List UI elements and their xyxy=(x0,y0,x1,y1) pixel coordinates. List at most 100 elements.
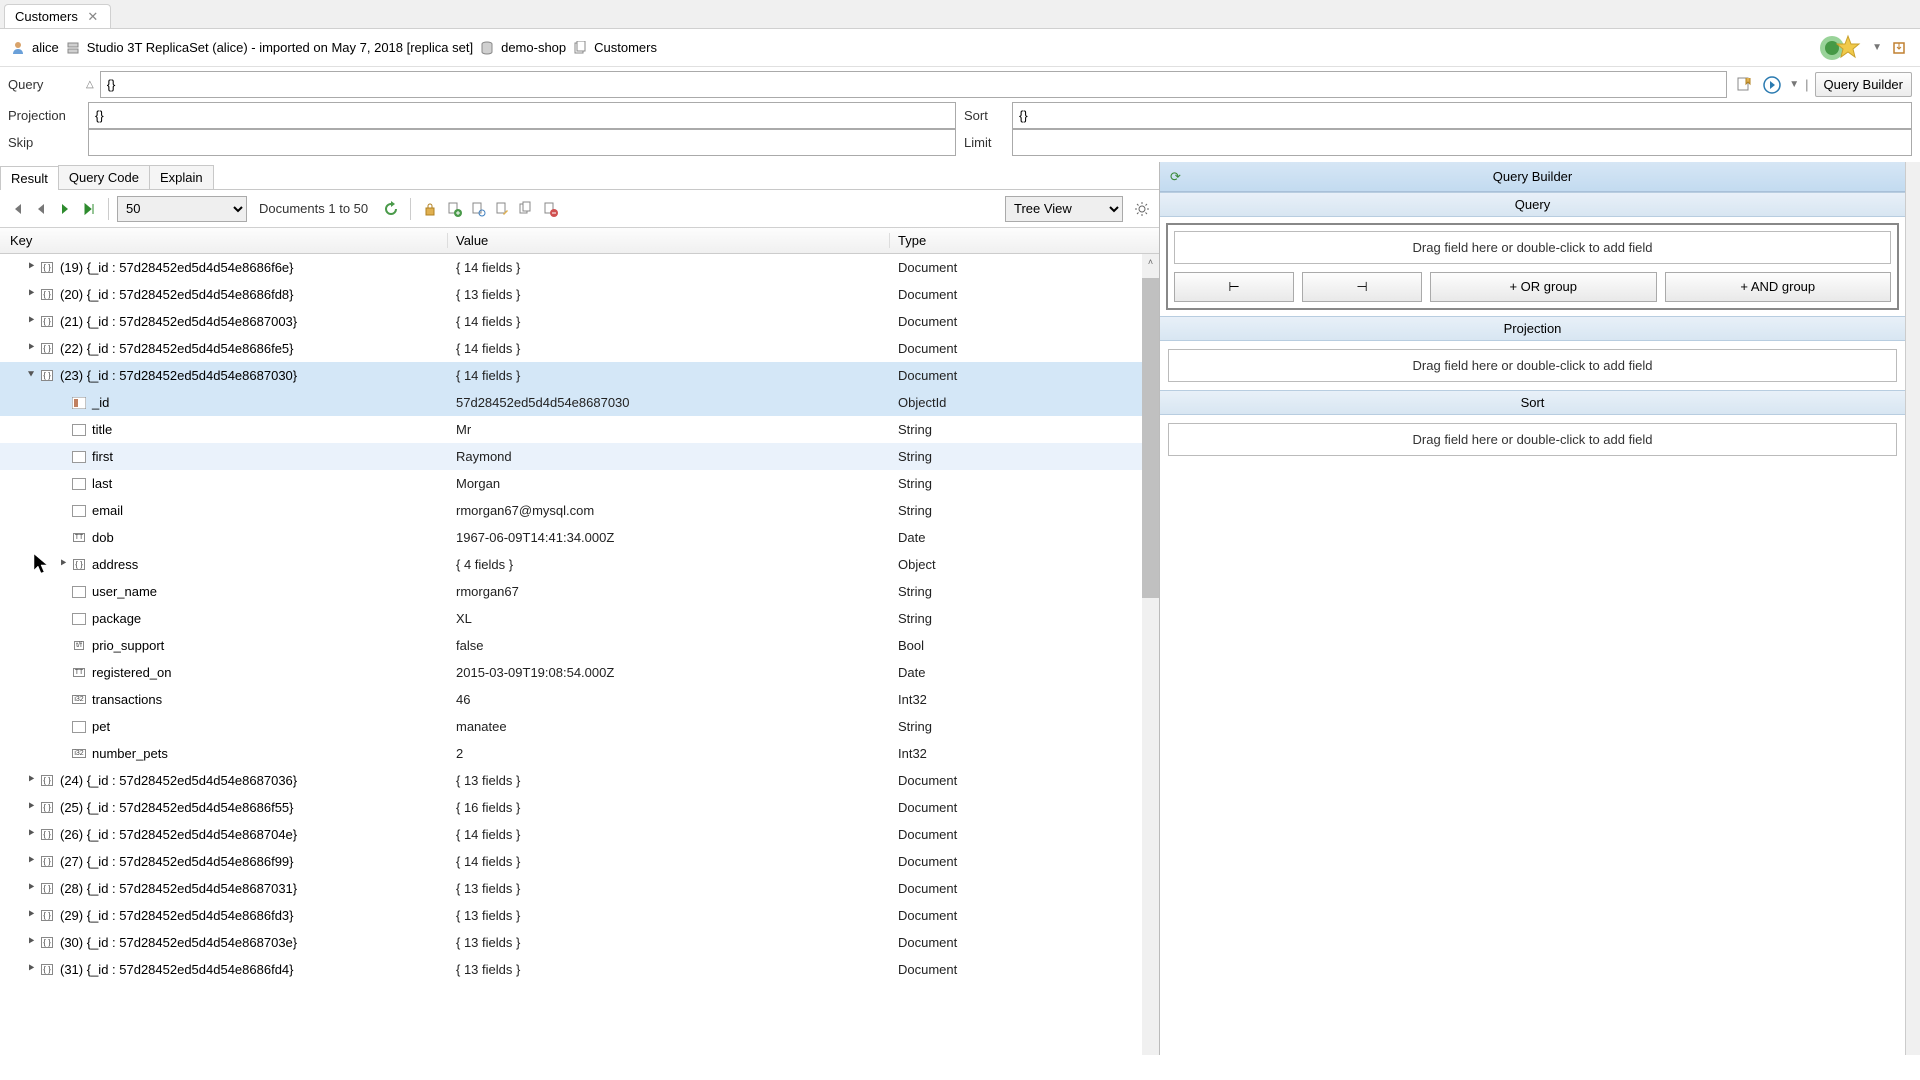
qb-remove-button[interactable]: ⊢ xyxy=(1174,272,1294,302)
table-row[interactable]: t/fprio_supportfalseBool xyxy=(0,632,1159,659)
copy-document-icon[interactable] xyxy=(515,198,537,220)
table-row[interactable]: packageXLString xyxy=(0,605,1159,632)
column-value[interactable]: Value xyxy=(448,233,890,248)
qb-or-group-button[interactable]: + OR group xyxy=(1430,272,1657,302)
table-row[interactable]: lastMorganString xyxy=(0,470,1159,497)
tab-customers[interactable]: Customers ✕ xyxy=(4,4,111,28)
table-row[interactable]: TTregistered_on2015-03-09T19:08:54.000ZD… xyxy=(0,659,1159,686)
table-row[interactable]: ⯈{ }address{ 4 fields }Object xyxy=(0,551,1159,578)
expand-arrow-icon[interactable]: ⯈ xyxy=(24,882,38,895)
run-query-button[interactable] xyxy=(1761,74,1783,96)
tab-query-code[interactable]: Query Code xyxy=(58,165,150,189)
prev-page-button[interactable] xyxy=(30,198,52,220)
table-row[interactable]: ⯈{ }(27) {_id : 57d28452ed5d4d54e8686f99… xyxy=(0,848,1159,875)
table-row[interactable]: ⯈{ }(30) {_id : 57d28452ed5d4d54e868703e… xyxy=(0,929,1159,956)
table-row[interactable]: i32number_pets2Int32 xyxy=(0,740,1159,767)
qb-projection-drop[interactable]: Drag field here or double-click to add f… xyxy=(1168,349,1897,382)
add-document-icon[interactable] xyxy=(443,198,465,220)
table-row[interactable]: _id57d28452ed5d4d54e8687030ObjectId xyxy=(0,389,1159,416)
row-key: (25) {_id : 57d28452ed5d4d54e8686f55} xyxy=(60,800,294,815)
table-row[interactable]: firstRaymondString xyxy=(0,443,1159,470)
expand-arrow-icon[interactable]: ⯈ xyxy=(24,963,38,976)
query-input[interactable] xyxy=(100,71,1728,98)
expand-arrow-icon[interactable]: ⯈ xyxy=(24,936,38,949)
table-row[interactable]: ⯈{ }(21) {_id : 57d28452ed5d4d54e8687003… xyxy=(0,308,1159,335)
limit-input[interactable] xyxy=(1012,129,1912,156)
qb-sort-drop[interactable]: Drag field here or double-click to add f… xyxy=(1168,423,1897,456)
table-row[interactable]: petmanateeString xyxy=(0,713,1159,740)
chevron-up-icon[interactable]: △ xyxy=(86,79,94,90)
lock-icon[interactable] xyxy=(419,198,441,220)
row-key: (31) {_id : 57d28452ed5d4d54e8686fd4} xyxy=(60,962,294,977)
table-row[interactable]: titleMrString xyxy=(0,416,1159,443)
row-value: { 14 fields } xyxy=(448,260,890,275)
intellishell-badge-icon[interactable] xyxy=(1818,30,1866,66)
expand-arrow-icon[interactable]: ⯈ xyxy=(24,342,38,355)
export-icon[interactable] xyxy=(1888,37,1910,59)
expand-arrow-icon[interactable]: ⯆ xyxy=(24,369,38,382)
tab-explain[interactable]: Explain xyxy=(149,165,214,189)
page-size-select[interactable]: 50 xyxy=(117,196,247,222)
query-builder-toggle[interactable]: Query Builder xyxy=(1815,72,1912,97)
run-dropdown-icon[interactable]: ▼ xyxy=(1789,79,1799,90)
gear-icon[interactable] xyxy=(1131,198,1153,220)
table-row[interactable]: ⯈{ }(29) {_id : 57d28452ed5d4d54e8686fd3… xyxy=(0,902,1159,929)
expand-arrow-icon[interactable]: ⯈ xyxy=(24,909,38,922)
table-row[interactable]: ⯈{ }(26) {_id : 57d28452ed5d4d54e868704e… xyxy=(0,821,1159,848)
table-row[interactable]: ⯈{ }(31) {_id : 57d28452ed5d4d54e8686fd4… xyxy=(0,956,1159,983)
close-icon[interactable]: ✕ xyxy=(86,10,100,24)
column-key[interactable]: Key xyxy=(0,233,448,248)
refresh-button[interactable] xyxy=(380,198,402,220)
row-type: String xyxy=(890,584,1159,599)
scrollbar[interactable]: ˄ xyxy=(1142,254,1159,1055)
table-row[interactable]: ⯈{ }(19) {_id : 57d28452ed5d4d54e8686f6e… xyxy=(0,254,1159,281)
table-row[interactable]: ⯈{ }(25) {_id : 57d28452ed5d4d54e8686f55… xyxy=(0,794,1159,821)
table-row[interactable]: user_namermorgan67String xyxy=(0,578,1159,605)
bookmark-query-icon[interactable] xyxy=(1733,74,1755,96)
view-document-icon[interactable] xyxy=(467,198,489,220)
tab-result[interactable]: Result xyxy=(0,166,59,190)
sort-input[interactable] xyxy=(1012,102,1912,129)
qb-refresh-icon[interactable]: ⟳ xyxy=(1170,169,1181,185)
expand-arrow-icon[interactable]: ⯈ xyxy=(24,828,38,841)
skip-label: Skip xyxy=(8,135,80,150)
row-value: { 16 fields } xyxy=(448,800,890,815)
last-page-button[interactable] xyxy=(78,198,100,220)
edit-document-icon[interactable] xyxy=(491,198,513,220)
table-row[interactable]: i32transactions46Int32 xyxy=(0,686,1159,713)
qb-sort-section: Sort xyxy=(1160,390,1905,415)
qb-remove-all-button[interactable]: ⊣ xyxy=(1302,272,1422,302)
table-row[interactable]: TTdob1967-06-09T14:41:34.000ZDate xyxy=(0,524,1159,551)
chevron-down-icon[interactable]: ▼ xyxy=(1872,42,1882,53)
column-type[interactable]: Type xyxy=(890,233,1159,248)
expand-arrow-icon[interactable]: ⯈ xyxy=(24,855,38,868)
table-row[interactable]: ⯈{ }(28) {_id : 57d28452ed5d4d54e8687031… xyxy=(0,875,1159,902)
expand-arrow-icon[interactable]: ⯈ xyxy=(24,315,38,328)
projection-input[interactable] xyxy=(88,102,956,129)
expand-arrow-icon[interactable]: ⯈ xyxy=(24,801,38,814)
expand-arrow-icon[interactable]: ⯈ xyxy=(24,774,38,787)
first-page-button[interactable] xyxy=(6,198,28,220)
table-row[interactable]: ⯆{ }(23) {_id : 57d28452ed5d4d54e8687030… xyxy=(0,362,1159,389)
view-mode-select[interactable]: Tree View xyxy=(1005,196,1123,222)
row-value: { 14 fields } xyxy=(448,368,890,383)
tab-title: Customers xyxy=(15,9,78,24)
breadcrumb-user: alice xyxy=(32,40,59,55)
table-row[interactable]: ⯈{ }(24) {_id : 57d28452ed5d4d54e8687036… xyxy=(0,767,1159,794)
row-type: Date xyxy=(890,665,1159,680)
expand-arrow-icon[interactable]: ⯈ xyxy=(24,261,38,274)
table-row[interactable]: ⯈{ }(20) {_id : 57d28452ed5d4d54e8686fd8… xyxy=(0,281,1159,308)
table-row[interactable]: emailrmorgan67@mysql.comString xyxy=(0,497,1159,524)
next-page-button[interactable] xyxy=(54,198,76,220)
row-value: XL xyxy=(448,611,890,626)
expand-arrow-icon[interactable]: ⯈ xyxy=(24,288,38,301)
row-value: { 14 fields } xyxy=(448,854,890,869)
delete-document-icon[interactable] xyxy=(539,198,561,220)
qb-query-drop[interactable]: Drag field here or double-click to add f… xyxy=(1174,231,1891,264)
qb-scrollbar[interactable] xyxy=(1905,162,1920,1055)
expand-arrow-icon[interactable]: ⯈ xyxy=(56,558,70,571)
row-type: Document xyxy=(890,773,1159,788)
skip-input[interactable] xyxy=(88,129,956,156)
qb-and-group-button[interactable]: + AND group xyxy=(1665,272,1892,302)
table-row[interactable]: ⯈{ }(22) {_id : 57d28452ed5d4d54e8686fe5… xyxy=(0,335,1159,362)
